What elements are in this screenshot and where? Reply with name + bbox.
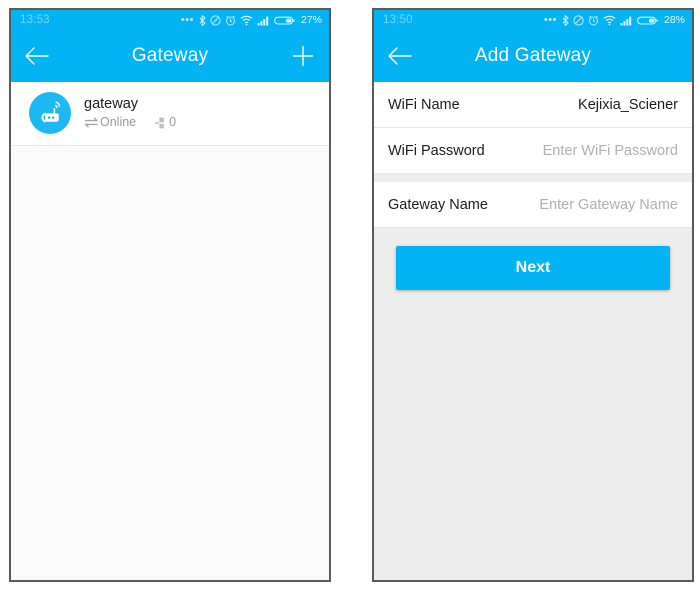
status-bar: 13:53 ••• 27% [11,10,329,30]
gateway-lock-count-label: 0 [169,115,177,129]
gateway-status-label: Online [100,115,137,129]
battery-icon [637,16,658,25]
status-bar-icons: ••• 27% [181,14,322,26]
gateway-status: Online [84,115,136,130]
wifi-password-row[interactable]: WiFi Password Enter WiFi Password [374,128,692,174]
phone-frame-add-gateway: 13:50 ••• 28% Add Gateway WiFi Name Keji… [372,8,694,582]
form-section-divider [374,174,692,182]
lock-device-icon [155,117,164,128]
gateway-name-input[interactable]: Enter Gateway Name [539,197,678,213]
wifi-password-label: WiFi Password [388,142,485,159]
phone-frame-gateway-list: 13:53 ••• 27% Gateway gateway Online 0 [9,8,331,582]
gateway-name-label: gateway [84,96,139,112]
bluetooth-icon [562,14,569,26]
add-gateway-form: WiFi Name Kejixia_Sciener WiFi Password … [374,82,692,580]
app-bar: Add Gateway [374,30,692,82]
back-button[interactable] [374,30,426,82]
back-arrow-icon [25,47,49,65]
submit-area: Next [374,228,692,290]
status-more-dots-icon: ••• [180,14,194,26]
gateway-name-label: Gateway Name [388,196,488,213]
gateway-lock-count: 0 [154,115,176,130]
battery-percent-label: 27% [300,14,322,26]
alarm-icon [588,15,598,25]
do-not-disturb-icon [573,14,584,26]
status-bar-clock: 13:53 [20,14,50,26]
connection-arrows-icon [84,117,98,128]
do-not-disturb-icon [210,14,221,26]
alarm-icon [225,15,235,25]
battery-percent-label: 28% [663,14,685,26]
bluetooth-icon [199,14,206,26]
gateway-list: gateway Online 0 [11,82,329,580]
wifi-name-label: WiFi Name [388,96,460,113]
wifi-name-value: Kejixia_Sciener [578,96,678,113]
wifi-icon [240,15,253,25]
next-button[interactable]: Next [396,246,670,290]
gateway-name-row[interactable]: Gateway Name Enter Gateway Name [374,182,692,228]
status-bar: 13:50 ••• 28% [374,10,692,30]
cellular-signal-icon [257,16,269,25]
cellular-signal-icon [620,16,632,25]
plus-icon [292,45,314,67]
gateway-router-icon [29,92,71,134]
status-bar-icons: ••• 28% [544,14,685,26]
status-bar-clock: 13:50 [383,14,413,26]
app-bar: Gateway [11,30,329,82]
gateway-meta: Online 0 [84,115,176,130]
status-more-dots-icon: ••• [543,14,557,26]
list-item-text: gateway Online 0 [84,96,176,130]
wifi-icon [603,15,616,25]
list-item[interactable]: gateway Online 0 [11,82,329,146]
back-button[interactable] [11,30,63,82]
add-gateway-button[interactable] [277,30,329,82]
wifi-password-input[interactable]: Enter WiFi Password [543,143,678,159]
wifi-name-row[interactable]: WiFi Name Kejixia_Sciener [374,82,692,128]
back-arrow-icon [388,47,412,65]
battery-icon [274,16,295,25]
